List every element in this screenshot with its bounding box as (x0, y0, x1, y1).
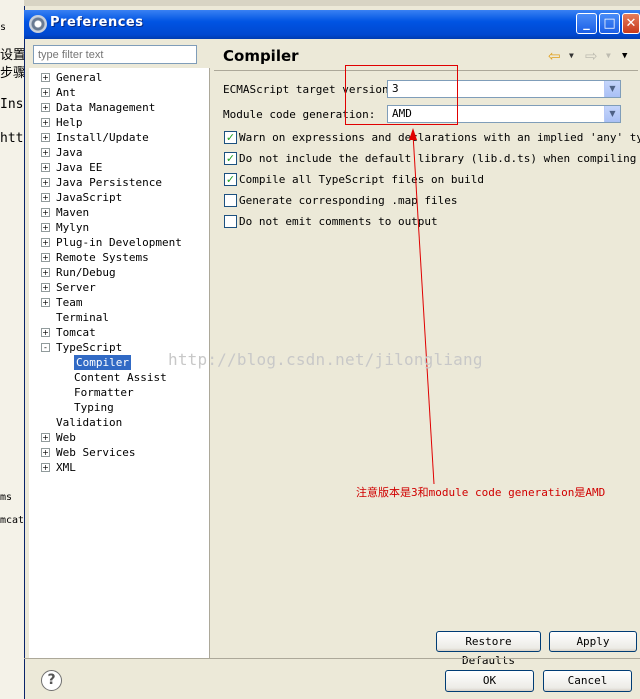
watermark: http://blog.csdn.net/jilongliang (168, 350, 483, 369)
annotation-note: 注意版本是3和module code generation是AMD (356, 486, 606, 499)
cancel-button[interactable]: Cancel (543, 670, 632, 692)
apply-button[interactable]: Apply (549, 631, 637, 652)
restore-defaults-button[interactable]: Restore Defaults (436, 631, 541, 667)
footer-divider (24, 658, 640, 659)
help-icon[interactable]: ? (41, 670, 62, 691)
arrow-head (409, 128, 417, 140)
ok-button[interactable]: OK (445, 670, 534, 692)
arrow-line (412, 133, 435, 485)
